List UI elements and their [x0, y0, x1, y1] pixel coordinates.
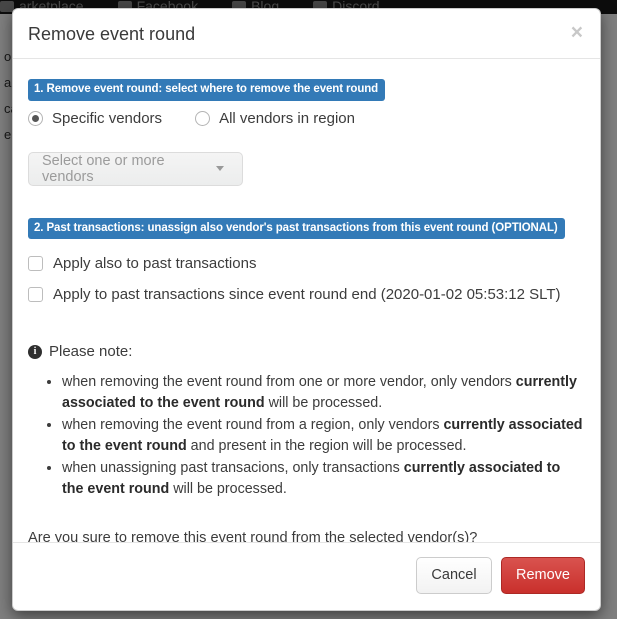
radio-specific-vendors[interactable]: Specific vendors: [28, 110, 162, 127]
vendor-select[interactable]: Select one or more vendors: [28, 151, 243, 186]
remove-button[interactable]: Remove: [501, 557, 585, 594]
confirmation-question: Are you sure to remove this event round …: [28, 530, 478, 542]
section-2: 2. Past transactions: unassign also vend…: [28, 217, 585, 303]
radio-label-text: All vendors in region: [219, 109, 355, 127]
section-1-badge: 1. Remove event round: select where to r…: [28, 79, 386, 101]
checkbox-indicator[interactable]: [28, 256, 43, 271]
note-text: will be processed.: [264, 395, 383, 412]
checkbox-indicator[interactable]: [28, 287, 43, 302]
checkbox-label-text: Apply also to past transactions: [53, 255, 257, 272]
info-icon: i: [28, 344, 42, 359]
close-icon[interactable]: ×: [567, 20, 587, 45]
remove-event-round-dialog: Remove event round × 1. Remove event rou…: [12, 8, 601, 611]
note-text: when removing the event round from a reg…: [62, 417, 444, 434]
modal-footer: Cancel Remove: [13, 542, 600, 610]
checkbox-label-text: Apply to past transactions since event r…: [53, 286, 561, 303]
note-text: will be processed.: [169, 481, 287, 498]
please-note-label: Please note:: [49, 343, 133, 360]
modal-header: Remove event round ×: [13, 9, 600, 59]
please-note-heading: i Please note:: [28, 343, 585, 360]
note-bullet-list: when removing the event round from one o…: [28, 372, 585, 500]
checkbox-apply-also-past-transactions[interactable]: Apply also to past transactions: [28, 255, 585, 272]
list-item: when removing the event round from one o…: [62, 372, 585, 414]
note-text: when removing the event round from one o…: [62, 374, 516, 390]
checkbox-apply-since-event-round-end[interactable]: Apply to past transactions since event r…: [28, 286, 585, 303]
radio-indicator[interactable]: [28, 110, 43, 126]
radio-label-text: Specific vendors: [52, 109, 163, 127]
vendor-select-wrapper: Select one or more vendors: [28, 151, 585, 186]
cancel-button[interactable]: Cancel: [416, 557, 492, 594]
modal-body: 1. Remove event round: select where to r…: [13, 59, 600, 542]
vendor-select-placeholder: Select one or more vendors: [42, 152, 165, 185]
note-text: and present in the region will be proces…: [186, 438, 467, 455]
radio-indicator[interactable]: [195, 110, 211, 126]
scope-radio-group: Specific vendors All vendors in region: [28, 110, 585, 127]
please-note-block: i Please note: when removing the event r…: [28, 343, 585, 500]
section-2-badge: 2. Past transactions: unassign also vend…: [28, 217, 565, 239]
dialog-title: Remove event round: [28, 24, 196, 44]
note-text: when unassigning past transacions, only …: [62, 460, 404, 477]
radio-all-vendors-in-region[interactable]: All vendors in region: [195, 110, 355, 127]
list-item: when removing the event round from a reg…: [62, 415, 585, 457]
chevron-down-icon: [216, 166, 224, 171]
list-item: when unassigning past transacions, only …: [62, 458, 585, 500]
